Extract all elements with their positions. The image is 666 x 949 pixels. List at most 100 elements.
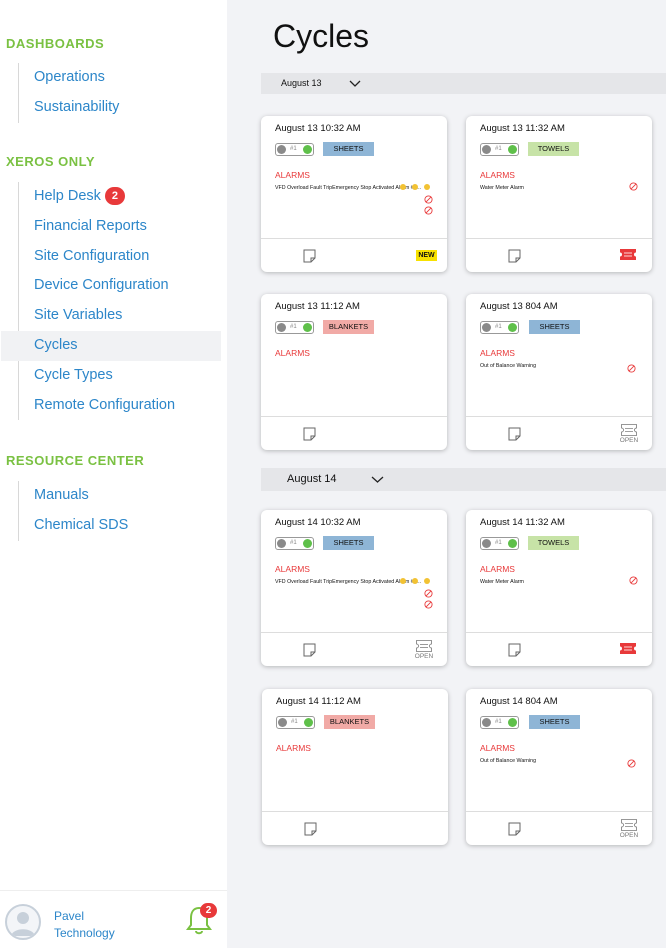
ticket-icon bbox=[621, 819, 637, 831]
sidebar-item-manuals[interactable]: Manuals bbox=[19, 481, 128, 511]
machine-icon bbox=[482, 323, 491, 332]
machine-toggle[interactable]: #1 bbox=[480, 143, 519, 156]
cycle-card[interactable]: August 13 11:32 AM #1 TOWELS ALARMS Wate… bbox=[466, 116, 652, 272]
user-org-line: Technology bbox=[54, 926, 115, 940]
alarms-label: ALARMS bbox=[275, 564, 310, 574]
open-status-label: OPEN bbox=[414, 653, 434, 660]
alarms-label: ALARMS bbox=[480, 743, 515, 753]
sidebar-item-financial-reports[interactable]: Financial Reports bbox=[19, 212, 221, 242]
ban-icon[interactable] bbox=[627, 759, 636, 768]
ban-icon[interactable] bbox=[424, 600, 433, 609]
user-name-line1: Pavel bbox=[54, 909, 85, 923]
cycle-time: August 14 11:12 AM bbox=[276, 696, 361, 707]
machine-number: #1 bbox=[495, 324, 502, 330]
chevron-down-icon[interactable] bbox=[371, 476, 384, 484]
card-footer bbox=[261, 416, 447, 450]
sidebar-item-cycles[interactable]: Cycles bbox=[1, 330, 221, 361]
alarms-label: ALARMS bbox=[480, 170, 515, 180]
card-footer: NEW bbox=[261, 238, 447, 272]
status-dot bbox=[304, 718, 313, 727]
marker-dot bbox=[424, 578, 430, 584]
machine-icon bbox=[278, 718, 287, 727]
note-icon[interactable] bbox=[508, 427, 521, 441]
card-footer: OPEN bbox=[466, 416, 652, 450]
machine-toggle[interactable]: #1 bbox=[480, 321, 519, 334]
ban-icon[interactable] bbox=[629, 576, 638, 585]
sidebar-item-remote-configuration[interactable]: Remote Configuration bbox=[19, 391, 221, 421]
machine-toggle[interactable]: #1 bbox=[276, 716, 315, 729]
machine-number: #1 bbox=[495, 146, 502, 152]
date-group-header[interactable]: August 14 bbox=[261, 468, 666, 491]
cycle-card[interactable]: August 14 11:32 AM #1 TOWELS ALARMS Wate… bbox=[466, 510, 652, 666]
note-icon[interactable] bbox=[508, 249, 521, 263]
machine-toggle[interactable]: #1 bbox=[275, 143, 314, 156]
ban-icon[interactable] bbox=[424, 206, 433, 215]
machine-icon bbox=[277, 539, 286, 548]
note-icon[interactable] bbox=[304, 822, 317, 836]
ticket-icon[interactable] bbox=[620, 249, 636, 260]
machine-toggle[interactable]: #1 bbox=[480, 537, 519, 550]
linen-type-tag: BLANKETS bbox=[323, 320, 374, 334]
alarm-text: Out of Balance Warning bbox=[480, 758, 537, 764]
sidebar-item-site-variables[interactable]: Site Variables bbox=[19, 301, 221, 331]
cycle-card[interactable]: August 13 10:32 AM #1 SHEETS ALARMS VFD … bbox=[261, 116, 447, 272]
user-profile[interactable]: Pavel Technology bbox=[0, 890, 227, 949]
nav-group-xeros-only: Help Desk 2 Financial Reports Site Config… bbox=[1, 182, 221, 421]
section-title-dashboards: DASHBOARDS bbox=[6, 36, 105, 51]
card-footer: OPEN bbox=[261, 632, 447, 666]
status-dot bbox=[508, 145, 517, 154]
cycle-card[interactable]: August 13 804 AM #1 SHEETS ALARMS Out of… bbox=[466, 294, 652, 450]
notification-count-badge: 2 bbox=[200, 903, 217, 918]
machine-toggle[interactable]: #1 bbox=[480, 716, 519, 729]
date-group-header[interactable]: August 13 bbox=[261, 73, 666, 94]
card-footer bbox=[466, 238, 652, 272]
sidebar-item-chemical-sds[interactable]: Chemical SDS bbox=[19, 511, 128, 541]
sidebar-item-operations[interactable]: Operations bbox=[19, 63, 119, 93]
status-dot bbox=[508, 718, 517, 727]
ban-icon[interactable] bbox=[424, 589, 433, 598]
nav-group-dashboards: Operations Sustainability bbox=[18, 63, 119, 123]
sidebar-item-sustainability[interactable]: Sustainability bbox=[19, 93, 119, 123]
alarms-label: ALARMS bbox=[480, 348, 515, 358]
ban-icon[interactable] bbox=[424, 195, 433, 204]
open-status-label: OPEN bbox=[619, 832, 639, 839]
note-icon[interactable] bbox=[508, 822, 521, 836]
status-dot bbox=[303, 323, 312, 332]
note-icon[interactable] bbox=[303, 427, 316, 441]
note-icon[interactable] bbox=[303, 249, 316, 263]
open-ticket-button[interactable]: OPEN bbox=[413, 640, 435, 662]
machine-icon bbox=[277, 323, 286, 332]
sidebar-item-help-desk[interactable]: Help Desk 2 bbox=[19, 182, 221, 212]
cycle-card[interactable]: August 14 804 AM #1 SHEETS ALARMS Out of… bbox=[466, 689, 652, 845]
note-icon[interactable] bbox=[303, 643, 316, 657]
sidebar-item-cycle-types[interactable]: Cycle Types bbox=[19, 361, 221, 391]
ban-icon[interactable] bbox=[629, 182, 638, 191]
open-ticket-button[interactable]: OPEN bbox=[618, 819, 640, 841]
marker-dot bbox=[412, 184, 418, 190]
linen-type-tag: SHEETS bbox=[323, 536, 374, 550]
cycle-card[interactable]: August 14 11:12 AM #1 BLANKETS ALARMS bbox=[262, 689, 448, 845]
cycle-time: August 13 804 AM bbox=[480, 301, 558, 312]
sidebar-item-device-configuration[interactable]: Device Configuration bbox=[19, 271, 221, 301]
cycle-time: August 14 804 AM bbox=[480, 696, 558, 707]
chevron-down-icon[interactable] bbox=[349, 80, 361, 88]
machine-toggle[interactable]: #1 bbox=[275, 321, 314, 334]
avatar[interactable] bbox=[5, 904, 41, 940]
alarm-text: Water Meter Alarm bbox=[480, 185, 524, 191]
ban-icon[interactable] bbox=[627, 364, 636, 373]
ticket-icon bbox=[621, 424, 637, 436]
open-status-label: OPEN bbox=[619, 437, 639, 444]
cycle-time: August 13 10:32 AM bbox=[275, 123, 361, 134]
machine-number: #1 bbox=[495, 719, 502, 725]
page-title: Cycles bbox=[273, 18, 370, 54]
machine-icon bbox=[482, 145, 491, 154]
marker-dot bbox=[424, 184, 430, 190]
note-icon[interactable] bbox=[508, 643, 521, 657]
open-ticket-button[interactable]: OPEN bbox=[618, 424, 640, 446]
machine-toggle[interactable]: #1 bbox=[275, 537, 314, 550]
cycle-card[interactable]: August 14 10:32 AM #1 SHEETS ALARMS VFD … bbox=[261, 510, 447, 666]
status-dot bbox=[303, 145, 312, 154]
sidebar-item-site-configuration[interactable]: Site Configuration bbox=[19, 242, 221, 272]
cycle-card[interactable]: August 13 11:12 AM #1 BLANKETS ALARMS bbox=[261, 294, 447, 450]
ticket-icon[interactable] bbox=[620, 643, 636, 654]
